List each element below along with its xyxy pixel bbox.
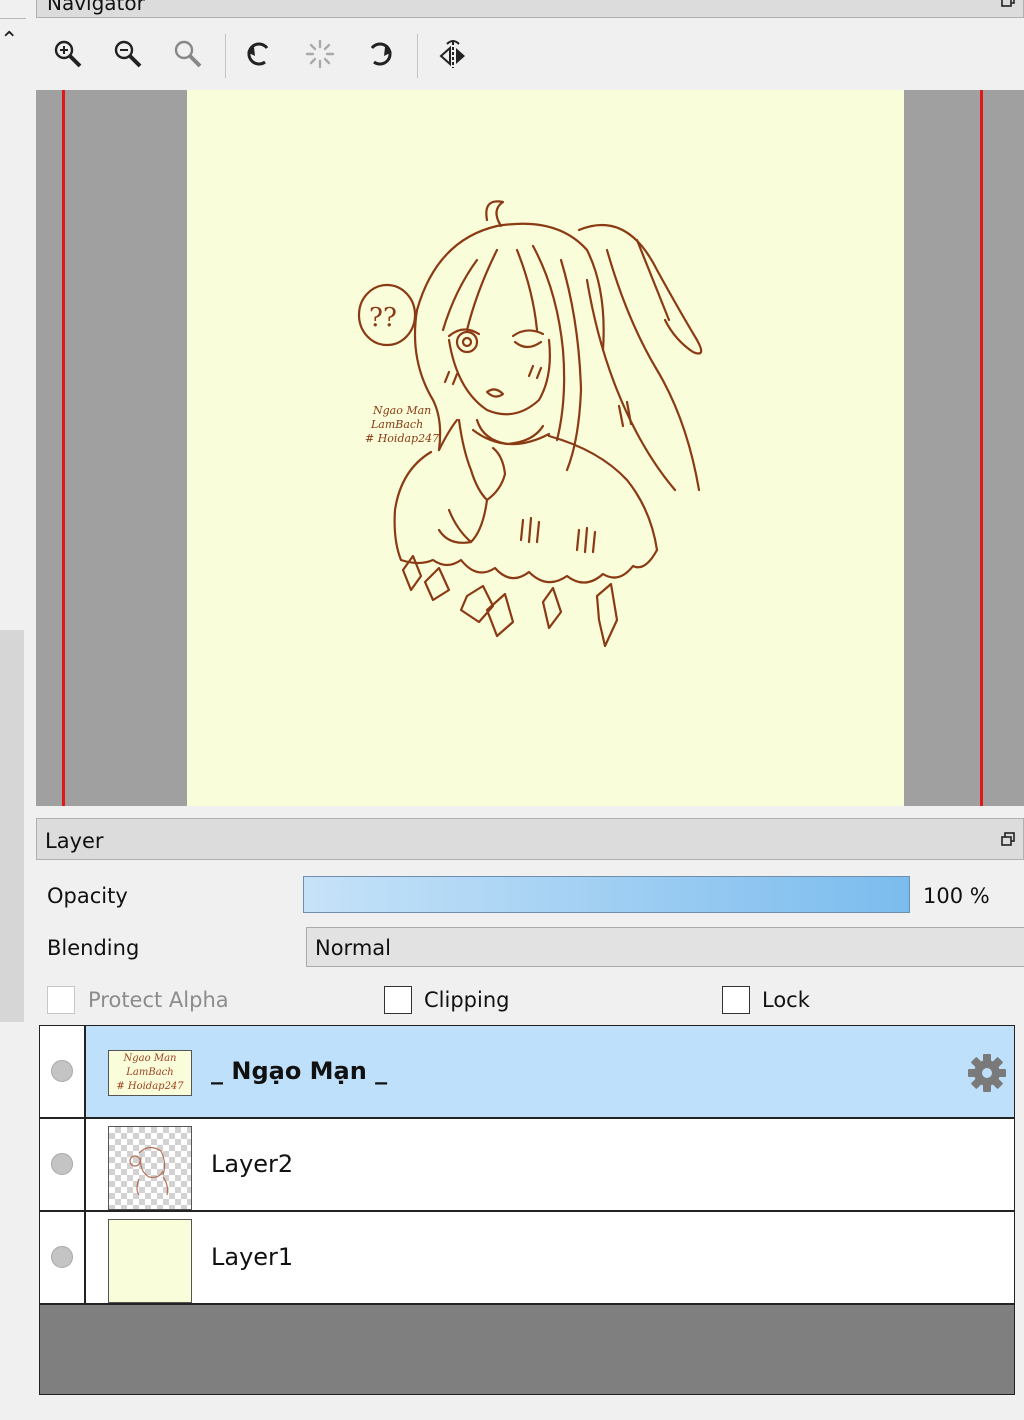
- rotate-right-icon[interactable]: [360, 34, 400, 74]
- navigator-toolbar: [36, 18, 1024, 90]
- protect-alpha-label: Protect Alpha: [88, 988, 229, 1012]
- layer-visibility-toggle[interactable]: [40, 1026, 86, 1117]
- rotate-reset-icon[interactable]: [300, 34, 340, 74]
- layer-row-body[interactable]: Layer1: [86, 1212, 1014, 1303]
- zoom-in-icon[interactable]: [48, 34, 88, 74]
- layer-panel-bottom-toolbar: [36, 1400, 1024, 1420]
- layer-visibility-toggle[interactable]: [40, 1212, 86, 1303]
- visibility-dot-icon: [51, 1060, 73, 1082]
- blending-label: Blending: [47, 936, 140, 960]
- layer-panel-title: Layer: [45, 829, 104, 853]
- blending-selected-value: Normal: [315, 936, 391, 960]
- layer-thumbnail: Ngao Man LamBach # Hoidap247: [108, 1050, 192, 1096]
- opacity-slider[interactable]: [303, 876, 910, 913]
- clipping-checkbox[interactable]: [384, 986, 412, 1014]
- layer-row-ngao-man[interactable]: Ngao Man LamBach # Hoidap247 _ Ngạo Mạn …: [40, 1026, 1014, 1119]
- layer-panel-header: Layer: [36, 818, 1024, 860]
- float-panel-icon[interactable]: [1001, 0, 1015, 7]
- navigator-preview[interactable]: ?? Ngao Man LamBach # Hoidap247: [36, 90, 1024, 806]
- left-divider: [0, 18, 26, 19]
- layer-thumbnail: [108, 1219, 192, 1303]
- flip-horizontal-icon[interactable]: [433, 34, 473, 74]
- layer-thumbnail: [108, 1126, 192, 1210]
- opacity-value: 100 %: [923, 884, 990, 908]
- zoom-out-icon[interactable]: [108, 34, 148, 74]
- layer-thumbnail-text: # Hoidap247: [111, 1079, 189, 1095]
- lock-checkbox[interactable]: [722, 986, 750, 1014]
- watermark-line-1: Ngao Man: [372, 404, 431, 417]
- float-panel-icon[interactable]: [1001, 832, 1015, 846]
- navigator-panel-header: Navigator: [36, 0, 1024, 18]
- collapse-caret-icon[interactable]: ⌃: [0, 30, 18, 52]
- lock-label: Lock: [762, 988, 810, 1012]
- opacity-label: Opacity: [47, 884, 128, 908]
- layer-row-body[interactable]: Ngao Man LamBach # Hoidap247 _ Ngạo Mạn …: [86, 1026, 1014, 1117]
- layer-row-layer1[interactable]: Layer1: [40, 1212, 1014, 1305]
- layer-list[interactable]: Ngao Man LamBach # Hoidap247 _ Ngạo Mạn …: [39, 1025, 1015, 1395]
- gear-icon[interactable]: [966, 1052, 1008, 1094]
- left-scrollbar[interactable]: [0, 630, 24, 1022]
- toolbar-separator: [225, 34, 226, 78]
- navigator-title: Navigator: [47, 0, 145, 15]
- clipping-label: Clipping: [424, 988, 510, 1012]
- layer-visibility-toggle[interactable]: [40, 1119, 86, 1210]
- protect-alpha-checkbox[interactable]: [47, 986, 75, 1014]
- visibility-dot-icon: [51, 1246, 73, 1268]
- layer-name: Layer2: [211, 1150, 294, 1178]
- layer-row-body[interactable]: Layer2: [86, 1119, 1014, 1210]
- line-art-drawing: ?? Ngao Man LamBach # Hoidap247: [357, 200, 703, 648]
- blending-select[interactable]: Normal: [306, 927, 1024, 967]
- watermark-line-2: LamBach: [370, 418, 423, 431]
- layer-row-layer2[interactable]: Layer2: [40, 1119, 1014, 1212]
- viewport-edge-right: [980, 90, 983, 806]
- rotate-left-icon[interactable]: [239, 34, 279, 74]
- viewport-edge-left: [62, 90, 65, 806]
- watermark-line-3: # Hoidap247: [365, 432, 439, 445]
- thumb-text-line-3: # Hoidap247: [116, 1081, 184, 1092]
- zoom-reset-icon[interactable]: [168, 34, 208, 74]
- layer-name: Layer1: [211, 1243, 294, 1271]
- visibility-dot-icon: [51, 1153, 73, 1175]
- svg-text:??: ??: [369, 303, 397, 333]
- canvas-thumbnail: ?? Ngao Man LamBach # Hoidap247: [187, 90, 904, 806]
- toolbar-separator: [417, 34, 418, 78]
- layer-name: _ Ngạo Mạn _: [211, 1057, 388, 1085]
